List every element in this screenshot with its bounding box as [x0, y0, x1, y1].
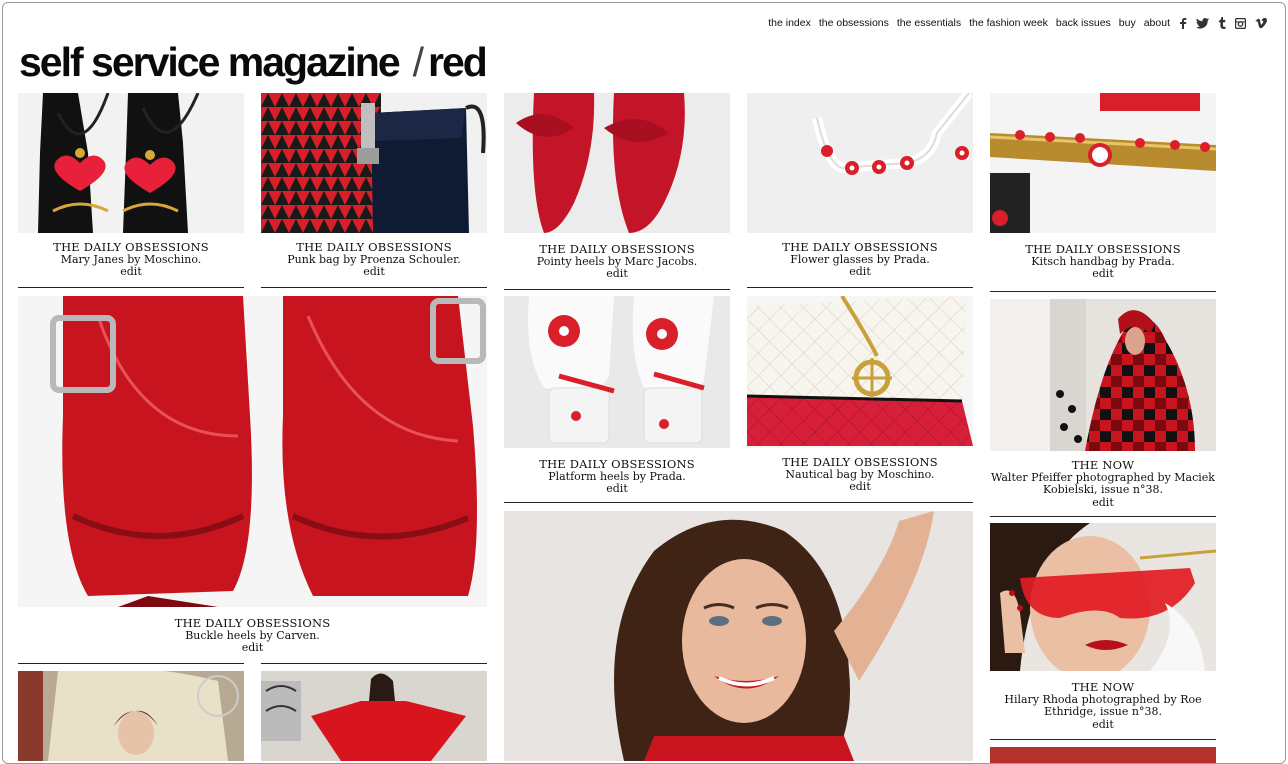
photo-large-portrait[interactable] — [504, 511, 973, 761]
caption-kitsch-handbag: THE DAILY OBSESSIONS Kitsch handbag by P… — [990, 243, 1216, 281]
photo-portrait-boy[interactable] — [18, 671, 244, 761]
divider — [18, 663, 244, 664]
photo-flower-glasses[interactable] — [747, 93, 973, 233]
caption-kicker: THE DAILY OBSESSIONS — [296, 240, 452, 254]
edit-link[interactable]: edit — [849, 265, 871, 278]
tile-nautical-bag[interactable]: THE DAILY OBSESSIONS Nautical bag by Mos… — [747, 296, 973, 502]
caption-kicker: THE NOW — [1071, 458, 1135, 472]
caption-buckle-heels: THE DAILY OBSESSIONS Buckle heels by Car… — [18, 617, 487, 655]
caption-kicker: THE DAILY OBSESSIONS — [1025, 242, 1181, 256]
photo-next-tile[interactable] — [990, 747, 1216, 763]
caption-kicker: THE DAILY OBSESSIONS — [174, 616, 331, 630]
divider — [504, 502, 973, 503]
tile-platform-heels[interactable]: THE DAILY OBSESSIONS Platform heels by P… — [504, 296, 730, 502]
edit-link[interactable]: edit — [606, 267, 628, 280]
caption-text[interactable]: Walter Pfeiffer photographed by Maciek K… — [990, 471, 1216, 497]
divider — [504, 289, 730, 290]
divider — [18, 287, 244, 288]
caption-kicker: THE DAILY OBSESSIONS — [782, 455, 938, 469]
tile-mary-janes[interactable]: THE DAILY OBSESSIONS Mary Janes by Mosch… — [18, 93, 244, 288]
nav-link-back-issues[interactable]: back issues — [1056, 17, 1111, 29]
photo-buckle-heels[interactable] — [18, 296, 487, 607]
edit-link[interactable]: edit — [1092, 496, 1114, 509]
tile-punk-bag[interactable]: THE DAILY OBSESSIONS Punk bag by Proenza… — [261, 93, 487, 288]
nav-link-buy[interactable]: buy — [1119, 17, 1136, 29]
caption-walter-pfeiffer: THE NOW Walter Pfeiffer photographed by … — [990, 459, 1216, 509]
edit-link[interactable]: edit — [606, 482, 628, 495]
photo-kitsch-handbag[interactable] — [990, 93, 1216, 233]
caption-hilary-rhoda: THE NOW Hilary Rhoda photographed by Roe… — [990, 681, 1216, 731]
tile-hilary-rhoda[interactable]: THE NOW Hilary Rhoda photographed by Roe… — [990, 523, 1216, 743]
divider — [990, 516, 1216, 517]
logo-name: self service magazine — [19, 39, 401, 85]
caption-kicker: THE NOW — [1071, 680, 1135, 694]
nav-link-about[interactable]: about — [1144, 17, 1170, 29]
tumblr-icon[interactable] — [1218, 17, 1226, 29]
caption-mary-janes: THE DAILY OBSESSIONS Mary Janes by Mosch… — [18, 241, 244, 279]
caption-platform-heels: THE DAILY OBSESSIONS Platform heels by P… — [504, 458, 730, 496]
top-nav: the index the obsessions the essentials … — [760, 17, 1267, 29]
tile-red-cape[interactable] — [261, 671, 487, 761]
nav-link-the-obsessions[interactable]: the obsessions — [819, 17, 889, 29]
logo-slash: / — [412, 39, 424, 85]
caption-kicker: THE DAILY OBSESSIONS — [782, 240, 938, 254]
caption-kicker: THE DAILY OBSESSIONS — [539, 242, 695, 256]
photo-mary-janes[interactable] — [18, 93, 244, 233]
tile-walter-pfeiffer[interactable]: THE NOW Walter Pfeiffer photographed by … — [990, 296, 1216, 518]
edit-link[interactable]: edit — [242, 641, 264, 654]
edit-link[interactable]: edit — [120, 265, 142, 278]
photo-red-cape[interactable] — [261, 671, 487, 761]
caption-punk-bag: THE DAILY OBSESSIONS Punk bag by Proenza… — [261, 241, 487, 279]
logo-section: red — [428, 39, 488, 85]
photo-hilary-rhoda[interactable] — [990, 523, 1216, 671]
photo-walter-pfeiffer[interactable] — [990, 299, 1216, 451]
divider — [990, 739, 1216, 740]
edit-link[interactable]: edit — [363, 265, 385, 278]
tile-flower-glasses[interactable]: THE DAILY OBSESSIONS Flower glasses by P… — [747, 93, 973, 288]
caption-text[interactable]: Hilary Rhoda photographed by Roe Ethridg… — [990, 693, 1216, 719]
edit-link[interactable]: edit — [849, 480, 871, 493]
nav-link-the-essentials[interactable]: the essentials — [897, 17, 961, 29]
tile-pointy-heels[interactable]: THE DAILY OBSESSIONS Pointy heels by Mar… — [504, 93, 730, 290]
nav-link-the-index[interactable]: the index — [768, 17, 811, 29]
edit-link[interactable]: edit — [1092, 267, 1114, 280]
photo-nautical-bag[interactable] — [747, 296, 973, 448]
browser-frame: the index the obsessions the essentials … — [2, 2, 1286, 764]
nav-link-the-fashion-week[interactable]: the fashion week — [969, 17, 1048, 29]
caption-kicker: THE DAILY OBSESSIONS — [539, 457, 695, 471]
facebook-icon[interactable] — [1179, 17, 1187, 29]
photo-pointy-heels[interactable] — [504, 93, 730, 233]
tile-buckle-heels[interactable]: THE DAILY OBSESSIONS Buckle heels by Car… — [18, 296, 487, 664]
divider — [990, 291, 1216, 292]
divider — [747, 287, 973, 288]
photo-punk-bag[interactable] — [261, 93, 487, 233]
caption-kicker: THE DAILY OBSESSIONS — [53, 240, 209, 254]
caption-flower-glasses: THE DAILY OBSESSIONS Flower glasses by P… — [747, 241, 973, 279]
caption-nautical-bag: THE DAILY OBSESSIONS Nautical bag by Mos… — [747, 456, 973, 494]
tile-large-portrait[interactable] — [504, 511, 973, 761]
site-logo[interactable]: self service magazine / red — [19, 39, 488, 86]
tile-portrait-boy[interactable] — [18, 671, 244, 761]
photo-platform-heels[interactable] — [504, 296, 730, 448]
instagram-icon[interactable] — [1235, 17, 1246, 29]
edit-link[interactable]: edit — [1092, 718, 1114, 731]
vimeo-icon[interactable] — [1255, 17, 1267, 29]
divider — [261, 287, 487, 288]
tile-kitsch-handbag[interactable]: THE DAILY OBSESSIONS Kitsch handbag by P… — [990, 93, 1216, 292]
caption-pointy-heels: THE DAILY OBSESSIONS Pointy heels by Mar… — [504, 243, 730, 281]
divider — [261, 663, 487, 664]
twitter-icon[interactable] — [1196, 17, 1209, 29]
